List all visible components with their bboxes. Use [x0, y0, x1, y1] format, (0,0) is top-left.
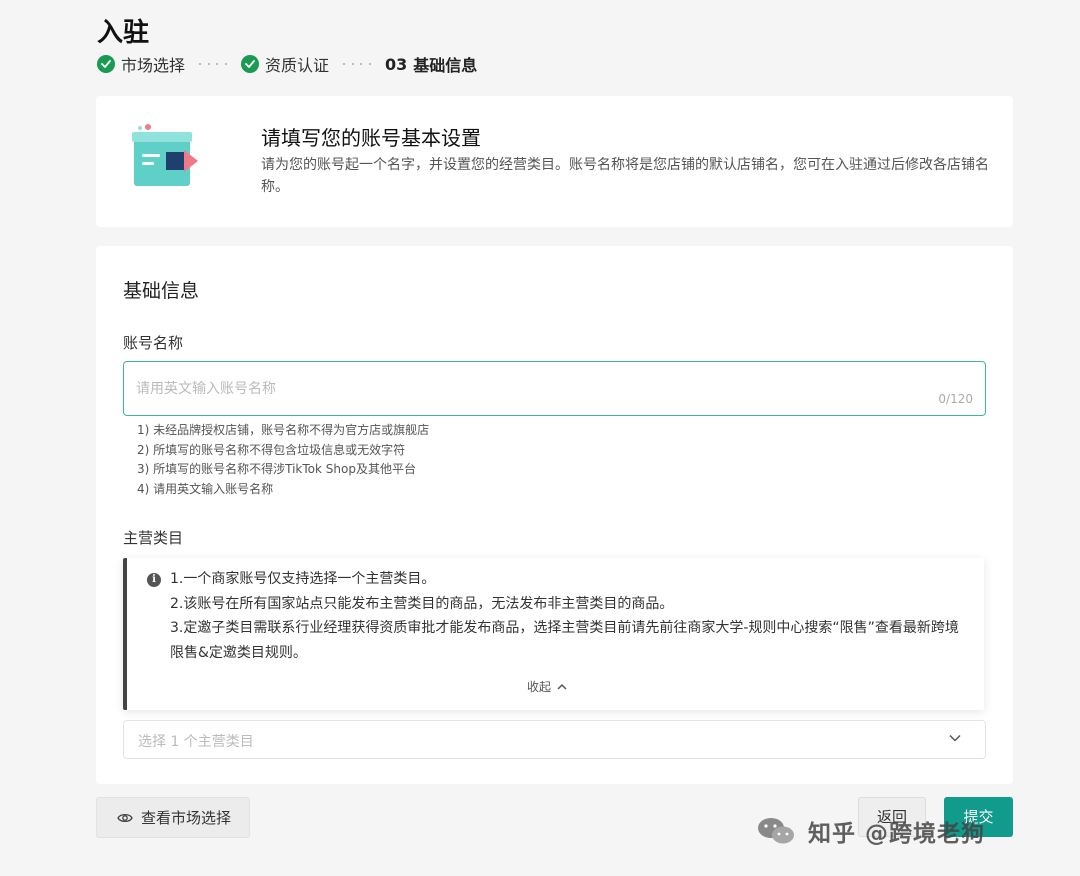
- rule-item: 4) 请用英文输入账号名称: [137, 481, 274, 496]
- collapse-label: 收起: [527, 680, 552, 694]
- step-number: 03: [385, 54, 408, 74]
- view-market-label: 查看市场选择: [141, 809, 232, 827]
- step-separator: [199, 63, 227, 65]
- account-name-field[interactable]: 0/120: [123, 361, 986, 416]
- info-icon: i: [147, 573, 161, 587]
- step-indicator: 市场选择 资质认证 03 基础信息: [97, 52, 477, 76]
- step-separator: [343, 63, 371, 65]
- step-label: 资质认证: [265, 56, 330, 75]
- select-placeholder: 选择 1 个主营类目: [138, 734, 254, 750]
- check-circle-icon: [97, 55, 115, 73]
- intro-title: 请填写您的账号基本设置: [261, 126, 481, 150]
- eye-icon: [117, 813, 133, 822]
- step-label: 市场选择: [121, 56, 186, 75]
- collapse-button[interactable]: 收起: [527, 678, 567, 695]
- category-notice: i 1.一个商家账号仅支持选择一个主营类目。 2.该账号在所有国家站点只能发布主…: [123, 558, 984, 710]
- char-counter: 0/120: [938, 392, 973, 406]
- step-basic-info: 03 基础信息: [385, 52, 477, 76]
- account-name-input[interactable]: [136, 362, 916, 415]
- step-qualification: 资质认证: [241, 52, 329, 76]
- notice-line: 1.一个商家账号仅支持选择一个主营类目。: [170, 571, 436, 587]
- notice-line: 2.该账号在所有国家站点只能发布主营类目的商品，无法发布非主营类目的商品。: [170, 595, 674, 612]
- chevron-down-icon: [949, 734, 961, 742]
- intro-card: 请填写您的账号基本设置 请为您的账号起一个名字，并设置您的经营类目。账号名称将是…: [96, 96, 1013, 227]
- intro-description: 请为您的账号起一个名字，并设置您的经营类目。账号名称将是您店铺的默认店铺名，您可…: [261, 157, 989, 195]
- chevron-up-icon: [557, 683, 567, 690]
- watermark: 知乎 @跨境老狗: [756, 812, 985, 850]
- step-market: 市场选择: [97, 52, 185, 76]
- step-label: 基础信息: [413, 56, 478, 75]
- watermark-text: 知乎 @跨境老狗: [808, 821, 986, 847]
- rule-item: 3) 所填写的账号名称不得涉TikTok Shop及其他平台: [137, 462, 416, 476]
- wechat-icon: [758, 818, 794, 844]
- view-market-button[interactable]: 查看市场选择: [96, 797, 250, 838]
- check-circle-icon: [241, 55, 260, 73]
- section-title: 基础信息: [123, 280, 200, 302]
- notice-line: 3.定邀子类目需联系行业经理获得资质审批才能发布商品，选择主营类目前请先前往商家…: [170, 620, 959, 661]
- box-illustration: [132, 124, 198, 186]
- page-title: 入驻: [97, 18, 150, 48]
- account-name-label: 账号名称: [123, 334, 184, 352]
- account-name-rules: 1) 未经品牌授权店铺，账号名称不得为官方店或旗舰店 2) 所填写的账号名称不得…: [137, 421, 429, 499]
- main-category-select[interactable]: 选择 1 个主营类目: [123, 720, 986, 759]
- rule-item: 2) 所填写的账号名称不得包含垃圾信息或无效字符: [137, 442, 406, 457]
- rule-item: 1) 未经品牌授权店铺，账号名称不得为官方店或旗舰店: [137, 423, 430, 437]
- main-category-label: 主营类目: [123, 529, 184, 547]
- basic-info-form: 基础信息 账号名称 0/120 1) 未经品牌授权店铺，账号名称不得为官方店或旗…: [96, 246, 1013, 784]
